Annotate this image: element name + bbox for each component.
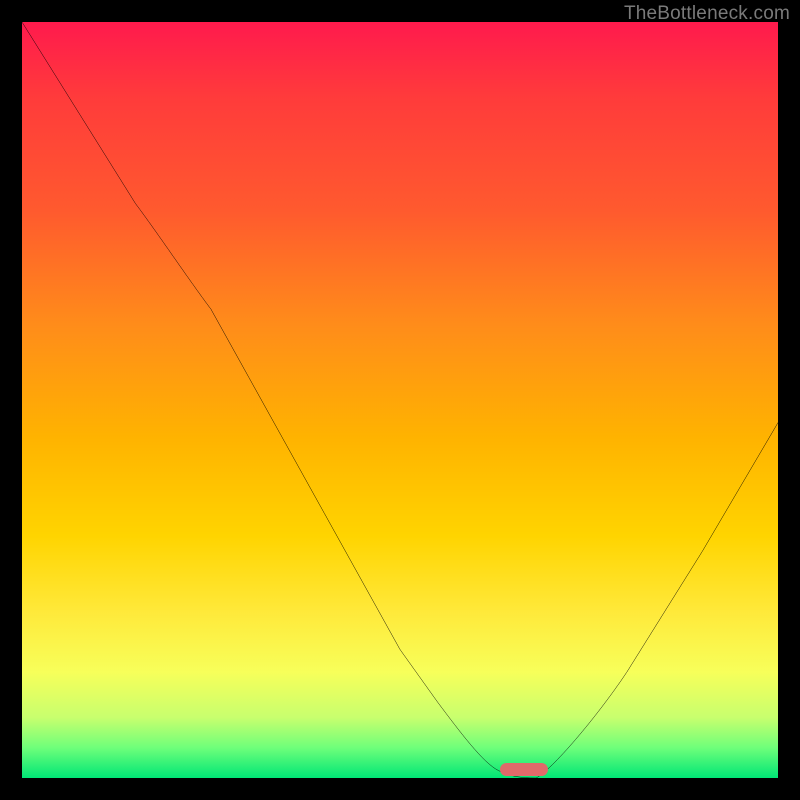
watermark-text: TheBottleneck.com xyxy=(624,3,790,25)
plot-area xyxy=(22,22,778,778)
bottleneck-marker xyxy=(500,763,548,776)
chart-frame: TheBottleneck.com xyxy=(0,0,800,800)
bottleneck-curve xyxy=(22,22,778,778)
